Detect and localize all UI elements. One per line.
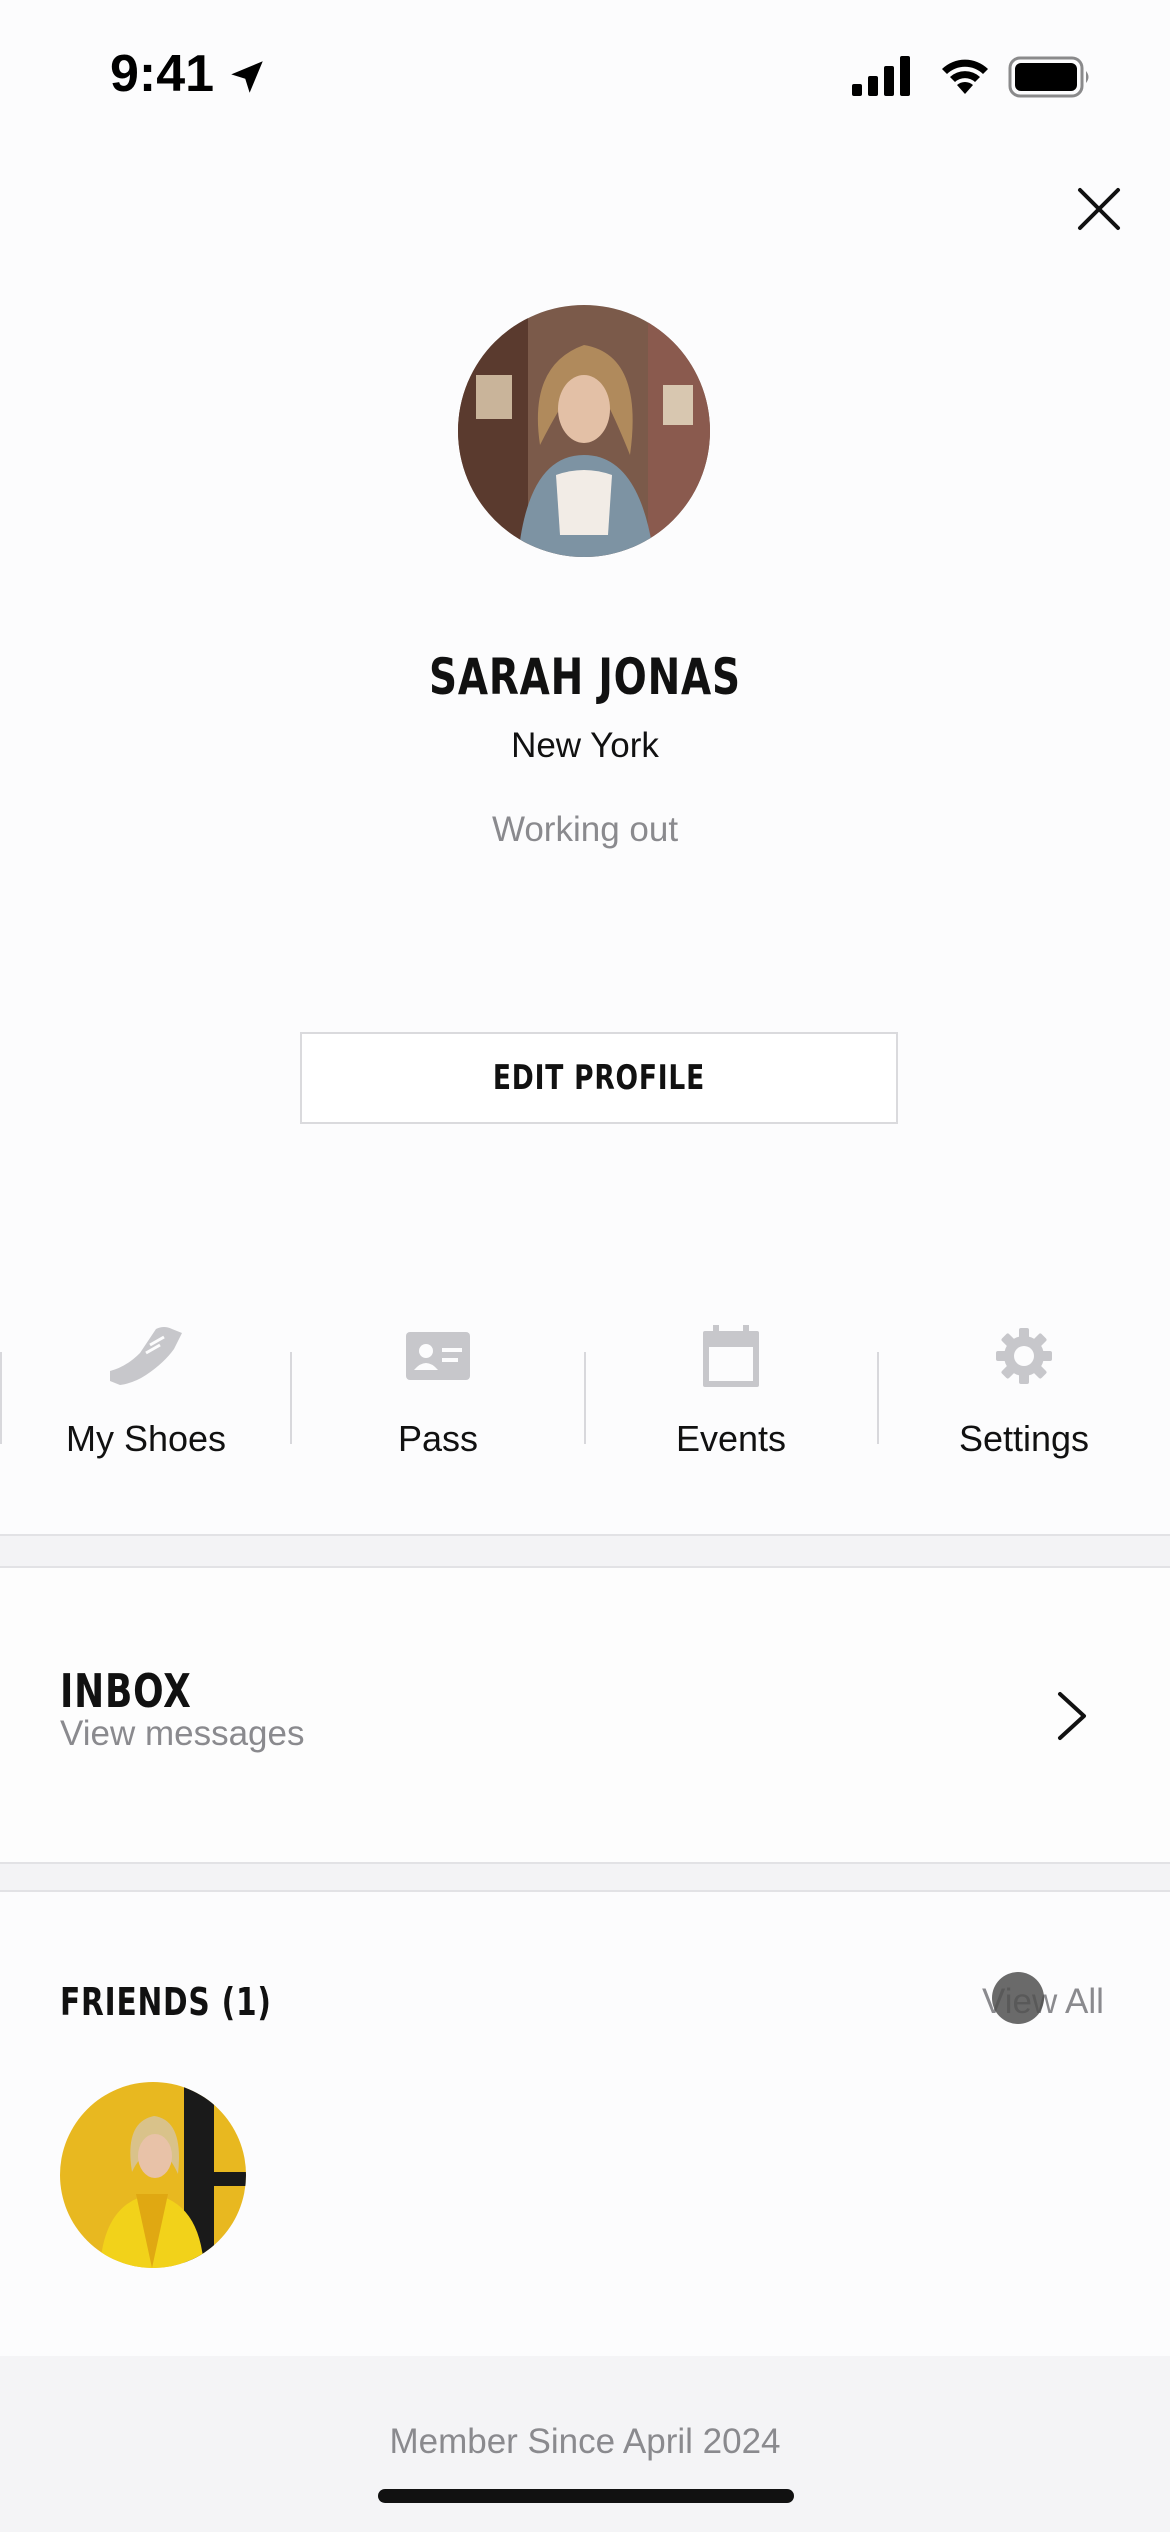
quick-nav: My Shoes Pass Events Settings: [0, 1300, 1170, 1480]
home-indicator[interactable]: [378, 2489, 794, 2503]
id-card-icon: [406, 1332, 470, 1380]
section-divider: [0, 1534, 1170, 1568]
nav-label: Settings: [958, 1418, 1090, 1459]
touch-indicator: [992, 1972, 1044, 2024]
shoe-icon: [110, 1327, 182, 1385]
profile-name: SARAH JONAS: [0, 648, 1170, 706]
location-arrow-icon: [231, 61, 263, 93]
nav-label: Pass: [397, 1418, 479, 1459]
profile-name-text: SARAH JONAS: [429, 648, 741, 706]
nav-item-my-shoes[interactable]: My Shoes: [0, 1300, 292, 1480]
gear-icon: [996, 1328, 1052, 1384]
edit-profile-label: EDIT PROFILE: [492, 1058, 706, 1098]
inbox-title: INBOX: [60, 1664, 192, 1718]
battery-icon: [1008, 56, 1089, 98]
friend-avatar[interactable]: [60, 2082, 246, 2268]
friend-photo: [60, 2082, 246, 2268]
friends-title: FRIENDS (1): [60, 1980, 272, 2024]
nav-label: Events: [675, 1418, 787, 1459]
member-since-text: Member Since April 2024: [389, 2422, 781, 2461]
profile-location: New York: [511, 726, 659, 765]
nav-label: My Shoes: [65, 1418, 227, 1459]
calendar-icon: [703, 1325, 759, 1387]
status-time: 9:41: [110, 45, 215, 103]
section-divider: [0, 1862, 1170, 1892]
profile-status: Working out: [491, 810, 679, 849]
wifi-icon: [942, 59, 988, 94]
close-icon: [1078, 188, 1120, 230]
profile-avatar[interactable]: [458, 305, 710, 557]
profile-photo: [458, 305, 710, 557]
inbox-subtitle: View messages: [60, 1714, 305, 1753]
chevron-right-icon[interactable]: [1054, 1688, 1090, 1744]
cellular-signal-icon: [852, 56, 910, 96]
nav-item-settings[interactable]: Settings: [878, 1300, 1170, 1480]
nav-item-events[interactable]: Events: [585, 1300, 877, 1480]
nav-item-pass[interactable]: Pass: [292, 1300, 584, 1480]
edit-profile-button[interactable]: EDIT PROFILE: [300, 1032, 898, 1124]
status-bar: 9:41: [0, 0, 1170, 150]
close-button[interactable]: [1068, 178, 1130, 240]
